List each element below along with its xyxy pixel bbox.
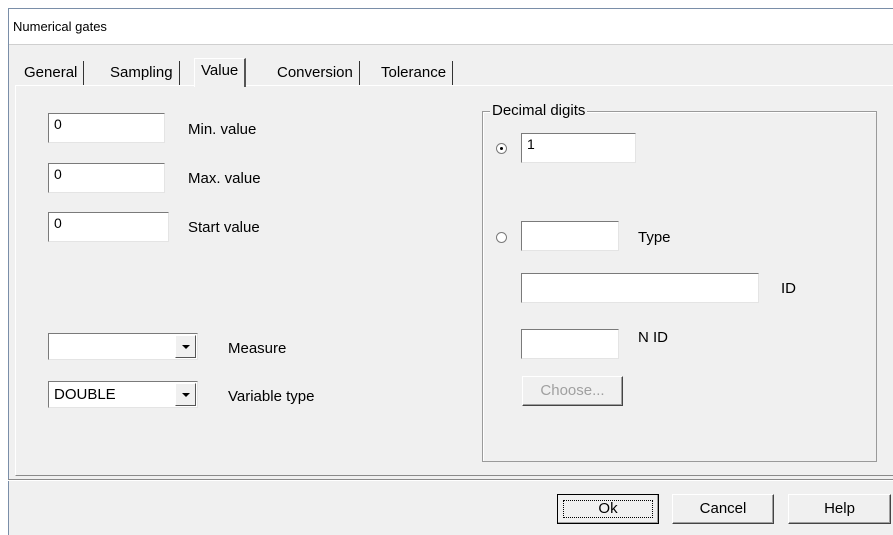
nid-input[interactable] (521, 329, 619, 359)
decimal-digits-input[interactable]: 1 (521, 133, 636, 163)
tab-conversion-label: Conversion (277, 64, 353, 81)
title-bar[interactable]: Numerical gates (9, 9, 893, 45)
tab-value-label: Value (201, 62, 239, 79)
button-bar-separator (8, 479, 893, 481)
tab-tolerance[interactable]: Tolerance (375, 61, 454, 85)
variable-type-selected: DOUBLE (54, 386, 116, 403)
type-input[interactable] (521, 221, 619, 251)
variable-type-label: Variable type (228, 388, 315, 405)
measure-label: Measure (228, 340, 287, 357)
tab-general[interactable]: General (18, 61, 85, 85)
chevron-down-icon (182, 393, 190, 397)
measure-dropdown-button[interactable] (175, 335, 196, 358)
tab-sampling-label: Sampling (110, 64, 173, 81)
min-value-input[interactable]: 0 (48, 113, 165, 143)
tab-general-label: General (24, 64, 78, 81)
variable-type-dropdown-button[interactable] (175, 383, 196, 406)
window-title: Numerical gates (13, 19, 107, 34)
radio-fixed-digits[interactable] (496, 143, 507, 154)
nid-label: N ID (638, 329, 668, 346)
max-value-label: Max. value (188, 170, 261, 187)
start-value-input[interactable]: 0 (48, 212, 169, 242)
tab-conversion[interactable]: Conversion (271, 61, 360, 85)
choose-button[interactable]: Choose... (522, 376, 623, 406)
tab-sampling[interactable]: Sampling (104, 61, 180, 85)
focus-ring (563, 500, 653, 518)
id-label: ID (781, 280, 796, 297)
radio-variable-digits[interactable] (496, 232, 507, 243)
measure-select[interactable] (48, 333, 198, 360)
type-label: Type (638, 229, 671, 246)
radio-selected-dot (500, 147, 503, 150)
max-value-input[interactable]: 0 (48, 163, 165, 193)
decimal-digits-title: Decimal digits (490, 102, 588, 119)
tab-tolerance-label: Tolerance (381, 64, 447, 81)
cancel-button[interactable]: Cancel (672, 494, 774, 524)
tab-value[interactable]: Value (194, 58, 247, 87)
chevron-down-icon (182, 345, 190, 349)
id-input[interactable] (521, 273, 759, 303)
min-value-label: Min. value (188, 121, 257, 138)
variable-type-select[interactable]: DOUBLE (48, 381, 198, 408)
start-value-label: Start value (188, 219, 260, 236)
help-button[interactable]: Help (788, 494, 891, 524)
ok-button[interactable]: Ok (557, 494, 659, 524)
